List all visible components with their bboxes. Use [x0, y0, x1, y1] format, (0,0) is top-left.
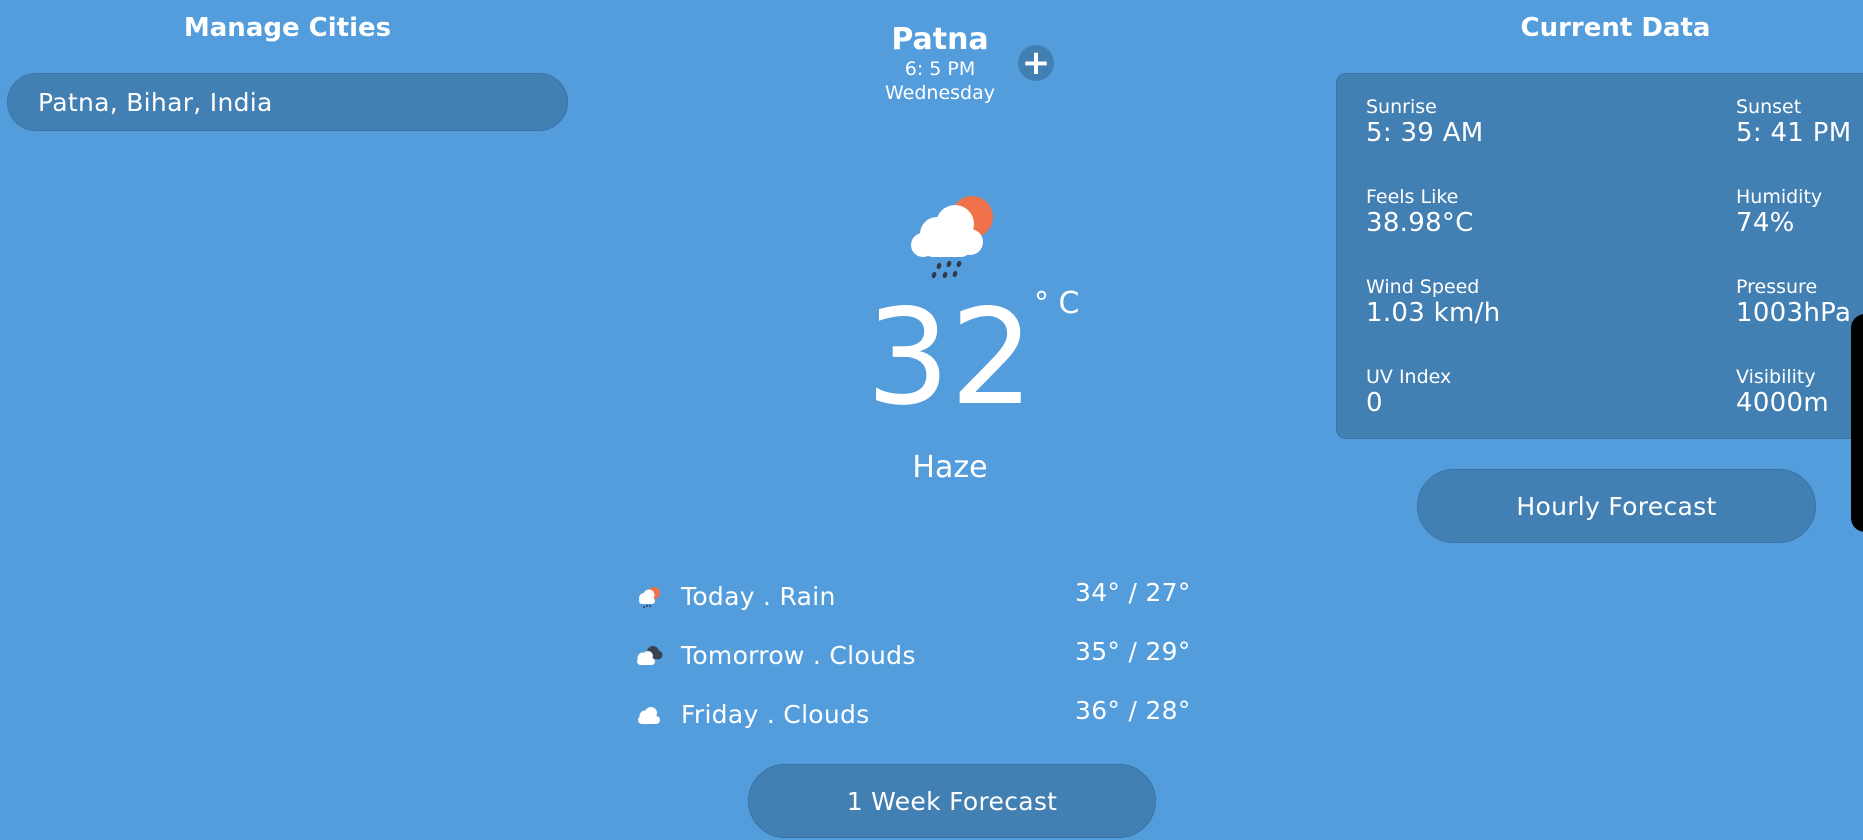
cloud-rain-sun-icon — [634, 584, 664, 610]
data-value: 5: 41 PM — [1736, 118, 1852, 148]
weekday: Wednesday — [884, 82, 995, 104]
forecast-temp: 34° / 27° — [1075, 578, 1191, 607]
data-label: Feels Like — [1366, 186, 1459, 208]
data-item-pressure: Pressure 1003hPa — [1736, 276, 1851, 328]
data-value: 0 — [1366, 388, 1383, 418]
forecast-row-tomorrow: Tomorrow . Clouds 35° / 29° — [634, 637, 1194, 679]
data-value: 1.03 km/h — [1366, 298, 1501, 328]
data-item-humidity: Humidity 74% — [1736, 186, 1822, 238]
hourly-forecast-label: Hourly Forecast — [1516, 491, 1717, 521]
temperature-unit: ° C — [1034, 286, 1080, 321]
current-data-title: Current Data — [1520, 13, 1711, 43]
data-label: Wind Speed — [1366, 276, 1480, 298]
data-item-wind-speed: Wind Speed 1.03 km/h — [1366, 276, 1500, 328]
city-name: Patna — [891, 22, 989, 57]
manage-cities-title: Manage Cities — [183, 13, 392, 43]
week-forecast-label: 1 Week Forecast — [846, 786, 1058, 816]
data-value: 38.98°C — [1366, 208, 1474, 238]
forecast-label: Tomorrow . Clouds — [681, 641, 916, 670]
data-label: Sunrise — [1366, 96, 1437, 118]
local-time: 6: 5 PM — [904, 58, 976, 80]
hourly-forecast-button[interactable]: Hourly Forecast — [1417, 469, 1816, 543]
cloud-rain-sun-icon — [905, 190, 1005, 280]
add-city-button[interactable]: + — [1018, 45, 1054, 81]
temperature-value: 32 — [866, 281, 1034, 435]
current-data-panel: Sunrise 5: 39 AM Sunset 5: 41 PM Feels L… — [1336, 73, 1863, 439]
data-value: 1003hPa — [1736, 298, 1852, 328]
forecast-label: Today . Rain — [681, 582, 836, 611]
cloud-icon — [634, 702, 664, 728]
forecast-temp: 35° / 29° — [1075, 637, 1191, 666]
data-value: 74% — [1736, 208, 1795, 238]
weather-condition: Haze — [912, 450, 988, 485]
week-forecast-button[interactable]: 1 Week Forecast — [748, 764, 1156, 838]
cloud-dark-icon — [634, 643, 664, 669]
data-label: Pressure — [1736, 276, 1818, 298]
side-drawer-handle[interactable] — [1851, 314, 1863, 532]
data-value: 5: 39 AM — [1366, 118, 1484, 148]
data-item-visibility: Visibility 4000m — [1736, 366, 1829, 418]
forecast-temp: 36° / 28° — [1075, 696, 1191, 725]
data-label: UV Index — [1366, 366, 1452, 388]
data-item-feels-like: Feels Like 38.98°C — [1366, 186, 1474, 238]
city-item-patna[interactable]: Patna, Bihar, India — [7, 73, 568, 131]
forecast-row-friday: Friday . Clouds 36° / 28° — [634, 696, 1194, 738]
data-item-sunrise: Sunrise 5: 39 AM — [1366, 96, 1484, 148]
data-value: 4000m — [1736, 388, 1829, 418]
data-label: Sunset — [1736, 96, 1802, 118]
data-item-uv-index: UV Index 0 — [1366, 366, 1451, 418]
plus-icon: + — [1021, 43, 1051, 83]
forecast-row-today: Today . Rain 34° / 27° — [634, 578, 1194, 620]
data-item-sunset: Sunset 5: 41 PM — [1736, 96, 1851, 148]
forecast-label: Friday . Clouds — [681, 700, 870, 729]
data-label: Humidity — [1736, 186, 1823, 208]
city-item-label: Patna, Bihar, India — [38, 87, 273, 117]
data-label: Visibility — [1736, 366, 1816, 388]
